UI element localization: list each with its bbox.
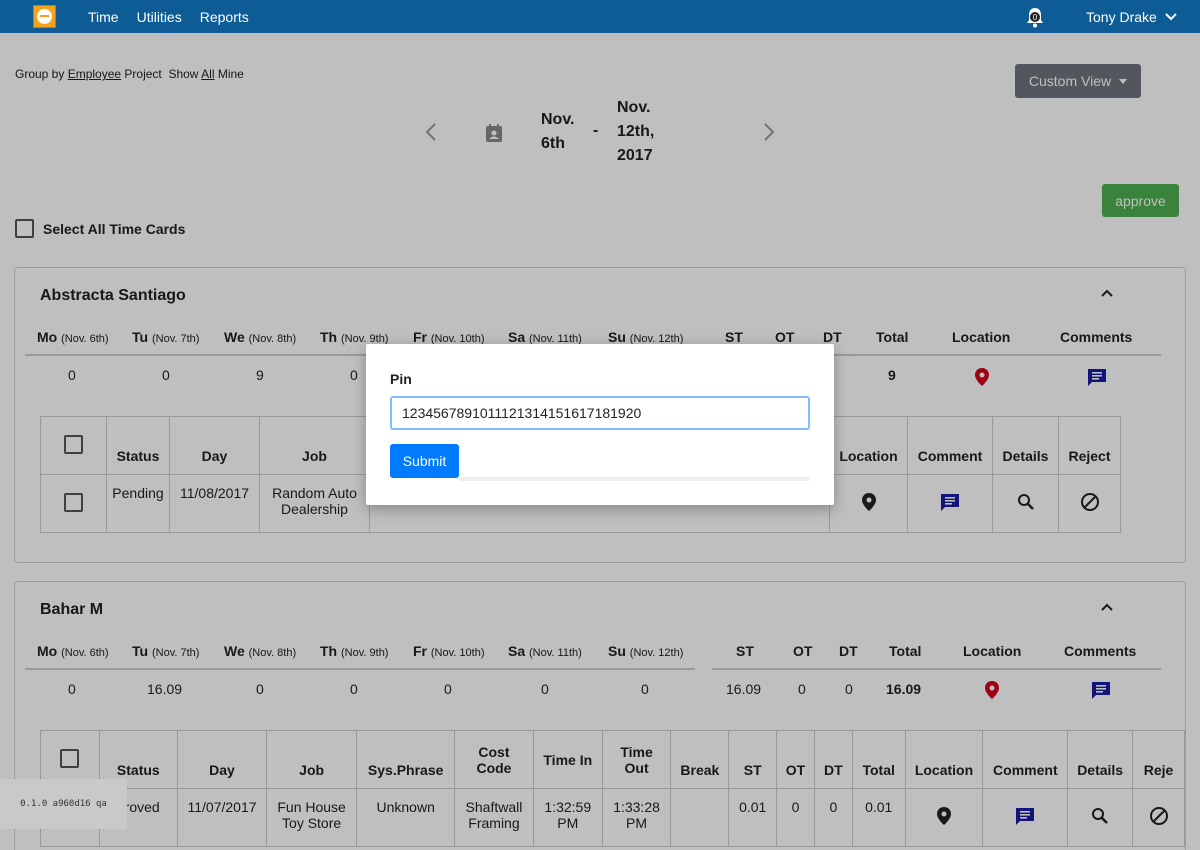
top-navbar: Time Utilities Reports 0 Tony Drake <box>0 0 1200 33</box>
pin-modal: Pin Submit <box>366 344 834 505</box>
notification-count: 0 <box>1033 13 1038 22</box>
version-badge: 0.1.0 a960d16 qa <box>0 779 127 829</box>
notification-bell-icon[interactable]: 0 <box>1024 6 1046 28</box>
app-logo[interactable] <box>33 5 56 28</box>
pin-label: Pin <box>390 371 412 387</box>
chevron-down-icon <box>1165 12 1177 20</box>
user-menu[interactable]: Tony Drake <box>1086 0 1177 33</box>
nav-link-utilities[interactable]: Utilities <box>137 9 182 25</box>
user-name: Tony Drake <box>1086 8 1157 25</box>
nav-link-reports[interactable]: Reports <box>200 9 249 25</box>
nav-links: Time Utilities Reports <box>88 0 249 33</box>
submit-button[interactable]: Submit <box>390 444 459 478</box>
nav-link-time[interactable]: Time <box>88 9 119 25</box>
modal-progress-track <box>459 477 810 481</box>
pin-input[interactable] <box>390 396 810 430</box>
